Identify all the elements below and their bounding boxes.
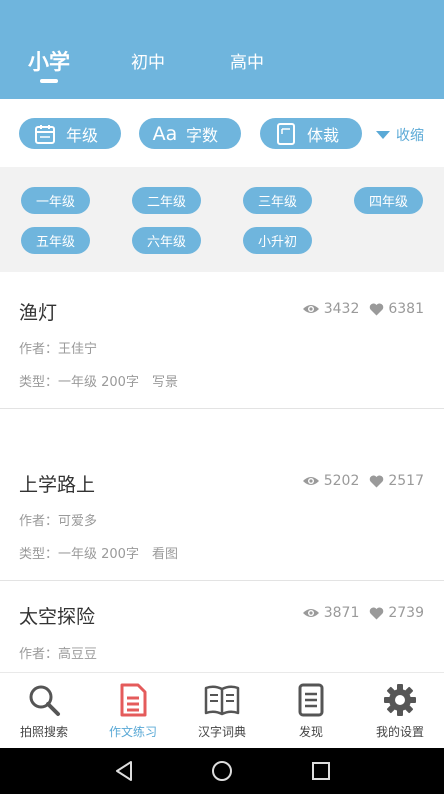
collapse-toggle[interactable]: 收缩	[376, 125, 424, 145]
nav-label: 汉字词典	[197, 725, 246, 739]
tab-middle-school[interactable]: 初中	[131, 48, 165, 73]
heart-icon	[370, 475, 384, 487]
text-size-icon: Aa	[152, 122, 178, 145]
nav-discover[interactable]: 发现	[267, 673, 355, 749]
eye-icon	[302, 305, 319, 313]
article-meta: 类型：一年级 200字 写景	[19, 375, 178, 390]
view-count: 5202	[302, 473, 359, 489]
genre-filter-button[interactable]: 体裁	[260, 118, 362, 149]
article-stats: 5202 2517	[292, 473, 424, 489]
grade-filter-label: 年级	[66, 125, 99, 145]
grade-chip[interactable]: 五年级	[21, 227, 90, 254]
nav-dictionary[interactable]: 汉字词典	[178, 673, 266, 749]
nav-essay-practice[interactable]: 作文练习	[89, 673, 177, 749]
article-title: 渔灯	[19, 302, 58, 324]
nav-label: 我的设置	[375, 725, 424, 739]
nav-photo-search[interactable]: 拍照搜索	[0, 673, 88, 749]
nav-label: 拍照搜索	[19, 725, 68, 739]
eye-icon	[302, 477, 319, 485]
tab-high-school[interactable]: 高中	[230, 48, 264, 73]
grade-chip[interactable]: 小升初	[243, 227, 312, 254]
article-stats: 3871 2739	[292, 605, 424, 621]
list-icon	[293, 682, 329, 718]
word-count-filter-label: 字数	[186, 125, 219, 145]
word-count-filter-button[interactable]: Aa 字数	[139, 118, 241, 149]
tab-primary-school[interactable]: 小学	[28, 46, 70, 76]
gear-icon	[382, 682, 418, 718]
genre-filter-label: 体裁	[307, 125, 340, 145]
article-item[interactable]: 太空探险 3871 2739 作者：高豆豆	[0, 581, 444, 672]
article-author: 作者：王佳宁	[19, 342, 98, 357]
collapse-label: 收缩	[396, 128, 424, 144]
document-icon	[273, 121, 299, 147]
grade-filter-button[interactable]: 年级	[19, 118, 121, 149]
view-count: 3432	[302, 301, 359, 317]
back-icon[interactable]	[112, 759, 136, 783]
nav-label: 作文练习	[108, 725, 157, 739]
heart-icon	[370, 303, 384, 315]
like-count: 6381	[369, 301, 424, 317]
nav-settings[interactable]: 我的设置	[356, 673, 444, 749]
triangle-down-icon	[376, 131, 390, 139]
recents-icon[interactable]	[309, 759, 333, 783]
grade-chip[interactable]: 一年级	[21, 187, 90, 214]
grade-chip[interactable]: 二年级	[132, 187, 201, 214]
search-icon	[26, 682, 62, 718]
like-count: 2739	[369, 605, 424, 621]
grade-chip[interactable]: 六年级	[132, 227, 201, 254]
article-author: 作者：高豆豆	[19, 647, 98, 662]
article-author: 作者：可爱多	[19, 514, 98, 529]
grade-panel: 一年级 二年级 三年级 四年级 五年级 六年级 小升初	[0, 167, 444, 272]
top-header: 小学 初中 高中	[0, 0, 444, 99]
book-icon	[204, 682, 240, 718]
article-title: 太空探险	[19, 606, 96, 628]
article-title: 上学路上	[19, 474, 96, 496]
article-item[interactable]: 渔灯 3432 6381 作者：王佳宁 类型：一年级 200字 写景	[0, 272, 444, 409]
document-icon	[115, 682, 151, 718]
article-item[interactable]: 上学路上 5202 2517 作者：可爱多 类型：一年级 200字 看图	[0, 409, 444, 581]
article-stats: 3432 6381	[292, 301, 424, 317]
bottom-nav: 拍照搜索 作文练习 汉字词典 发现 我的设置	[0, 672, 444, 748]
system-nav-bar	[0, 748, 444, 794]
active-tab-indicator	[40, 79, 58, 83]
nav-label: 发现	[298, 725, 323, 739]
article-meta: 类型：一年级 200字 看图	[19, 547, 178, 562]
grade-chip[interactable]: 四年级	[354, 187, 423, 214]
calendar-icon	[32, 121, 58, 147]
like-count: 2517	[369, 473, 424, 489]
grade-chip[interactable]: 三年级	[243, 187, 312, 214]
heart-icon	[370, 607, 384, 619]
home-icon[interactable]	[210, 759, 234, 783]
eye-icon	[302, 609, 319, 617]
view-count: 3871	[302, 605, 359, 621]
